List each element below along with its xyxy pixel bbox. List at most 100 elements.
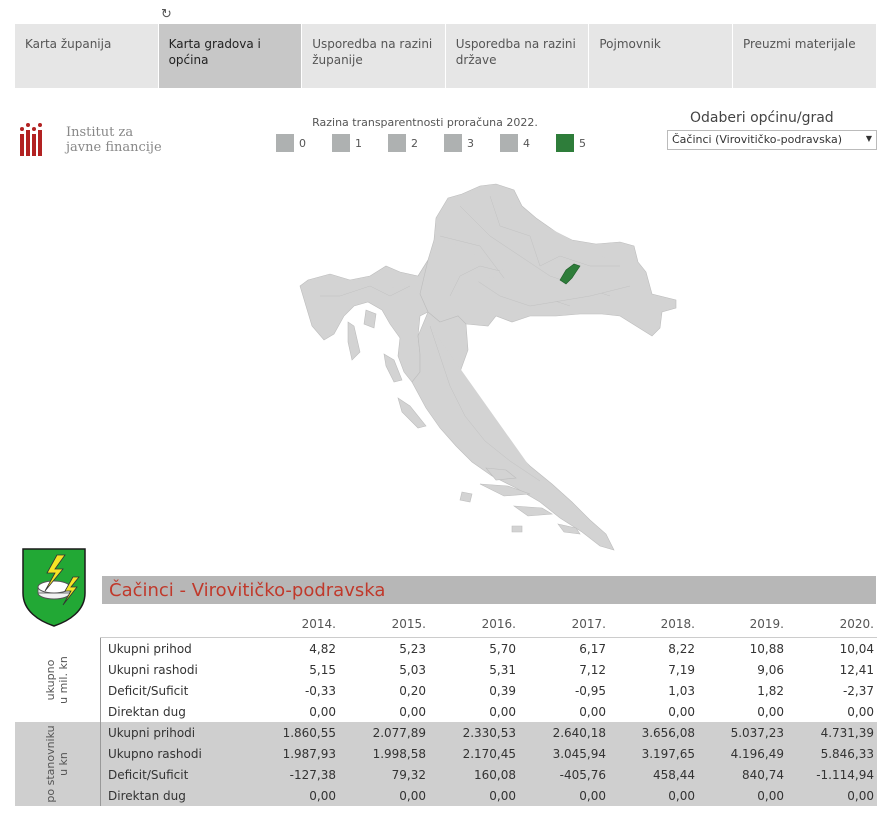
row-label: Ukupni prihod <box>108 642 192 656</box>
table-row: Ukupni rashodi 5,15 5,03 5,31 7,12 7,19 … <box>101 659 877 680</box>
legend-swatch <box>388 134 406 152</box>
legend-item-0[interactable]: 0 <box>276 134 332 152</box>
table-cell: 1.860,55 <box>282 726 336 740</box>
tab-pojmovnik[interactable]: Pojmovnik <box>589 24 733 88</box>
table-cell: 0,00 <box>668 705 695 719</box>
map-island-krk[interactable] <box>363 309 377 329</box>
year-header-row: 2014. 2015. 2016. 2017. 2018. 2019. 2020… <box>15 612 877 636</box>
legend-swatch <box>276 134 294 152</box>
table-cell: 0,00 <box>399 789 426 803</box>
table-cell: 1,03 <box>668 684 695 698</box>
table-cell: 1,82 <box>757 684 784 698</box>
table-cell: 840,74 <box>742 768 784 782</box>
legend-item-2[interactable]: 2 <box>388 134 444 152</box>
table-row: Deficit/Suficit -127,38 79,32 160,08 -40… <box>101 764 877 785</box>
table-row: Direktan dug 0,00 0,00 0,00 0,00 0,00 0,… <box>101 701 877 722</box>
map-island-vis[interactable] <box>459 491 473 503</box>
legend-swatch <box>332 134 350 152</box>
refresh-icon[interactable]: ↻ <box>161 8 177 22</box>
logo-icon <box>20 123 42 156</box>
legend-label: 1 <box>355 136 362 150</box>
legend-label: 0 <box>299 136 306 150</box>
tab-usporedba-zupanije[interactable]: Usporedba na razini županije <box>302 24 446 88</box>
map-island-dugi-otok[interactable] <box>397 397 427 429</box>
table-cell: 6,17 <box>579 642 606 656</box>
legend-title: Razina transparentnosti proračuna 2022. <box>312 116 538 129</box>
municipality-header: Čačinci - Virovitičko-podravska <box>102 576 876 604</box>
legend-item-5[interactable]: 5 <box>556 134 612 152</box>
legend-item-3[interactable]: 3 <box>444 134 500 152</box>
table-cell: 0,00 <box>847 789 874 803</box>
table-cell: 7,12 <box>579 663 606 677</box>
legend-label: 5 <box>579 136 586 150</box>
tab-usporedba-drzave[interactable]: Usporedba na razini države <box>445 24 590 88</box>
section-total: ukupno u mil. kn Ukupni prihod 4,82 5,23 … <box>15 638 877 722</box>
table-cell: 9,06 <box>757 663 784 677</box>
table-cell: -2,37 <box>842 684 874 698</box>
tab-karta-gradova[interactable]: Karta gradova i općina <box>158 24 303 88</box>
tab-preuzmi-materijale[interactable]: Preuzmi materijale <box>732 24 877 88</box>
table-cell: 0,00 <box>309 789 336 803</box>
table-cell: 4.731,39 <box>820 726 874 740</box>
table-row: Ukupno rashodi 1.987,93 1.998,58 2.170,4… <box>101 743 877 764</box>
legend-item-4[interactable]: 4 <box>500 134 556 152</box>
legend-label: 2 <box>411 136 418 150</box>
table-cell: 0,00 <box>489 705 516 719</box>
map-island-cres[interactable] <box>347 321 361 361</box>
legend-swatch <box>556 134 574 152</box>
year-header: 2016. <box>481 617 516 631</box>
row-label: Ukupno rashodi <box>108 747 202 761</box>
croatia-map[interactable] <box>290 176 690 556</box>
municipality-title: Čačinci - Virovitičko-podravska <box>109 580 386 601</box>
map-istria-kvarner[interactable] <box>299 259 429 383</box>
row-label: Direktan dug <box>108 705 186 719</box>
side-label-line2: u kn <box>57 752 70 776</box>
table-cell: 5,23 <box>399 642 426 656</box>
legend-item-1[interactable]: 1 <box>332 134 388 152</box>
table-cell: 12,41 <box>839 663 874 677</box>
table-cell: 0,00 <box>579 789 606 803</box>
table-cell: 79,32 <box>391 768 426 782</box>
row-label: Ukupni rashodi <box>108 663 198 677</box>
table-cell: 4.196,49 <box>730 747 784 761</box>
table-cell: 458,44 <box>653 768 695 782</box>
year-header: 2017. <box>571 617 606 631</box>
table-cell: 5,70 <box>489 642 516 656</box>
table-cell: 5,03 <box>399 663 426 677</box>
side-label-line2: u mil. kn <box>57 656 70 704</box>
table-cell: 1.987,93 <box>282 747 336 761</box>
table-cell: 0,00 <box>847 705 874 719</box>
table-cell: -405,76 <box>559 768 606 782</box>
table-cell: 0,00 <box>489 789 516 803</box>
selector-title: Odaberi općinu/grad <box>690 110 834 126</box>
table-cell: 0,00 <box>399 705 426 719</box>
table-cell: 5,15 <box>309 663 336 677</box>
map-island-korcula[interactable] <box>512 505 553 517</box>
table-cell: -0,95 <box>574 684 606 698</box>
table-cell: 10,04 <box>839 642 874 656</box>
table-cell: -0,33 <box>304 684 336 698</box>
tab-karta-zupanija[interactable]: Karta županija <box>15 24 159 88</box>
table-cell: 8,22 <box>668 642 695 656</box>
year-header: 2014. <box>301 617 336 631</box>
table-cell: -127,38 <box>289 768 336 782</box>
year-header: 2019. <box>749 617 784 631</box>
table-cell: 5.846,33 <box>820 747 874 761</box>
side-label-total: ukupno u mil. kn <box>15 638 100 722</box>
table-cell: 2.640,18 <box>552 726 606 740</box>
table-cell: 5.037,23 <box>730 726 784 740</box>
nav-tabs: Karta županija Karta gradova i općina Us… <box>15 24 877 88</box>
table-cell: 10,88 <box>749 642 784 656</box>
section-per-capita: po stanovniku u kn Ukupni prihodi 1.860,5… <box>15 722 877 806</box>
side-label-line1: ukupno <box>44 659 57 701</box>
table-cell: 3.045,94 <box>552 747 606 761</box>
table-cell: 5,31 <box>489 663 516 677</box>
map-island-lastovo[interactable] <box>511 525 523 533</box>
municipality-select[interactable]: Čačinci (Virovitičko-podravska) ▼ <box>667 130 877 150</box>
dropdown-arrow-icon: ▼ <box>865 134 872 143</box>
table-cell: 7,19 <box>668 663 695 677</box>
table-cell: 1.998,58 <box>372 747 426 761</box>
table-cell: 160,08 <box>474 768 516 782</box>
side-label-line1: po stanovniku <box>44 725 57 803</box>
table-cell: 0,20 <box>399 684 426 698</box>
